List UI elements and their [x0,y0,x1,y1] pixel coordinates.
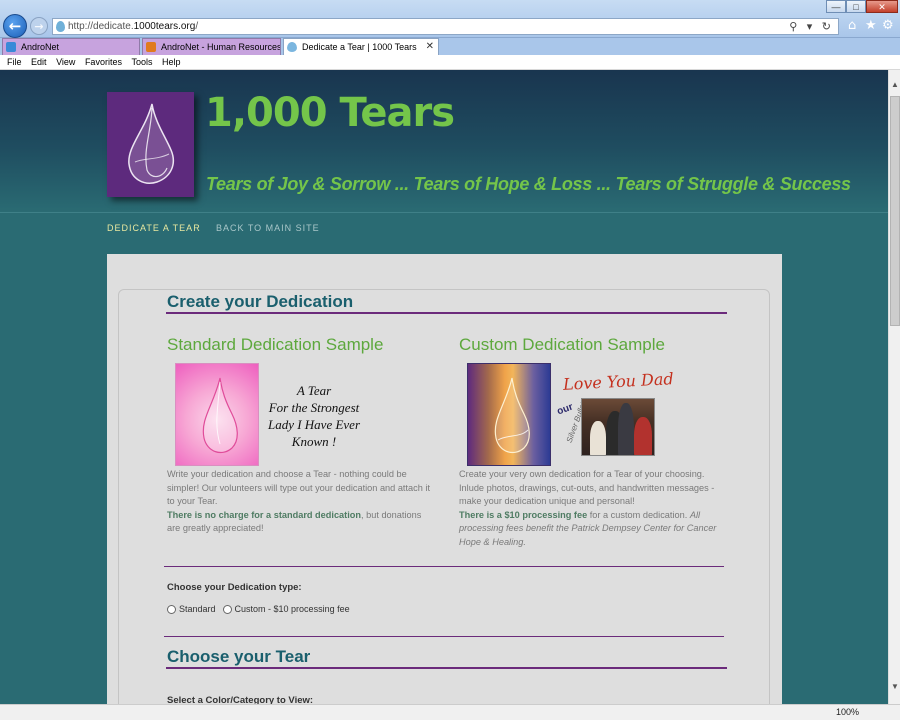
scrollbar-thumb[interactable] [890,96,900,326]
person-figure [590,421,606,455]
back-button[interactable]: ← [3,14,27,38]
scroll-down-icon[interactable]: ▼ [891,682,899,691]
tear-drop-icon [128,103,175,184]
favorites-star-icon[interactable]: ★ [865,18,877,33]
site-favicon-icon [56,21,65,32]
create-dedication-heading: Create your Dedication [167,292,354,311]
address-host: 1000tears.org [133,21,196,32]
heading-divider [166,312,727,314]
scroll-up-icon[interactable]: ▲ [891,80,899,89]
custom-sample-image [467,363,551,466]
site-title: 1,000 Tears [205,90,455,136]
tab-label: AndroNet - Human Resources:... [161,42,281,52]
forward-button[interactable]: → [30,17,48,35]
dedication-type-options: Standard Custom - $10 processing fee [167,604,350,614]
page-viewport: 1,000 Tears Tears of Joy & Sorrow ... Te… [0,70,888,704]
menu-tools[interactable]: Tools [131,55,152,69]
sample-line: A Tear [296,383,332,398]
tab-andronet[interactable]: AndroNet [2,38,140,55]
browser-titlebar: — □ ✕ ← → http://dedicate.1000tears.org/… [0,0,900,38]
site-header: 1,000 Tears Tears of Joy & Sorrow ... Te… [0,70,888,212]
standard-description: Write your dedication and choose a Tear … [167,468,435,536]
close-window-button[interactable]: ✕ [866,0,898,13]
forward-arrow-icon: → [34,19,44,33]
site-nav: DEDICATE A TEAR BACK TO MAIN SITE [0,212,888,252]
custom-sample-heading: Custom Dedication Sample [459,335,665,354]
minimize-button[interactable]: — [826,0,846,13]
person-figure [634,417,652,455]
standard-desc-bold: There is no charge for a standard dedica… [167,509,362,520]
person-figure [618,403,634,455]
address-bar[interactable]: http://dedicate.1000tears.org/ ⚲ ▾ ↻ [52,18,839,35]
menu-edit[interactable]: Edit [31,55,47,69]
nav-dedicate-a-tear[interactable]: DEDICATE A TEAR [107,223,201,233]
gear-icon[interactable]: ⚙ [882,18,894,33]
tear-icon [287,42,297,52]
sample-line: Known ! [291,434,337,449]
maximize-button[interactable]: □ [846,0,866,13]
radio-standard-label[interactable]: Standard [179,604,216,614]
family-photo [581,398,655,456]
custom-desc-text: Create your very own dedication for a Te… [459,469,715,506]
choose-tear-heading: Choose your Tear [167,647,311,666]
gold-tear-icon [494,377,530,454]
menu-favorites[interactable]: Favorites [85,55,122,69]
radio-custom[interactable] [222,604,232,614]
custom-desc-rest: for a custom dedication. [587,509,690,520]
menu-file[interactable]: File [7,55,22,69]
vertical-scrollbar[interactable]: ▲ ▼ [888,70,900,704]
menu-bar: File Edit View Favorites Tools Help [0,55,900,70]
radio-custom-label[interactable]: Custom - $10 processing fee [235,604,350,614]
search-refresh-icons[interactable]: ⚲ ▾ ↻ [789,19,834,34]
address-suffix: / [195,21,199,32]
tab-andronet-hr[interactable]: AndroNet - Human Resources:... [142,38,281,55]
standard-sample-heading: Standard Dedication Sample [167,335,384,354]
menu-view[interactable]: View [56,55,75,69]
address-prefix: http://dedicate. [68,21,134,32]
status-bar: 100% [0,704,900,720]
zoom-level[interactable]: 100% [836,707,859,717]
nav-back-to-main-site[interactable]: BACK TO MAIN SITE [216,223,320,233]
site-tagline: Tears of Joy & Sorrow ... Tears of Hope … [206,174,851,194]
pink-tear-icon [202,377,238,454]
custom-desc-bold: There is a $10 processing fee [459,509,588,520]
standard-desc-text: Write your dedication and choose a Tear … [167,469,430,506]
tab-dedicate-a-tear[interactable]: Dedicate a Tear | 1000 Tears ✕ [283,38,439,55]
tab-label: Dedicate a Tear | 1000 Tears [302,42,417,52]
section-divider [164,636,724,637]
sample-line: For the Strongest [268,400,360,415]
back-arrow-icon: ← [8,17,22,35]
tab-label: AndroNet [21,42,60,52]
tab-bar: AndroNet AndroNet - Human Resources:... … [0,38,900,55]
home-icon[interactable]: ⌂ [848,18,856,33]
site-logo[interactable] [107,92,194,197]
heading-divider [166,667,727,669]
sample-line: Lady I Have Ever [267,417,361,432]
radio-standard[interactable] [167,604,176,614]
close-tab-icon[interactable]: ✕ [426,39,434,55]
menu-help[interactable]: Help [162,55,181,69]
custom-description: Create your very own dedication for a Te… [459,468,721,549]
a-icon [146,42,156,52]
section-divider [164,566,724,567]
dedication-type-label: Choose your Dedication type: [167,582,302,593]
standard-sample-image [175,363,259,466]
ie-icon [6,42,16,52]
standard-sample-text: A Tear For the Strongest Lady I Have Eve… [262,382,366,450]
